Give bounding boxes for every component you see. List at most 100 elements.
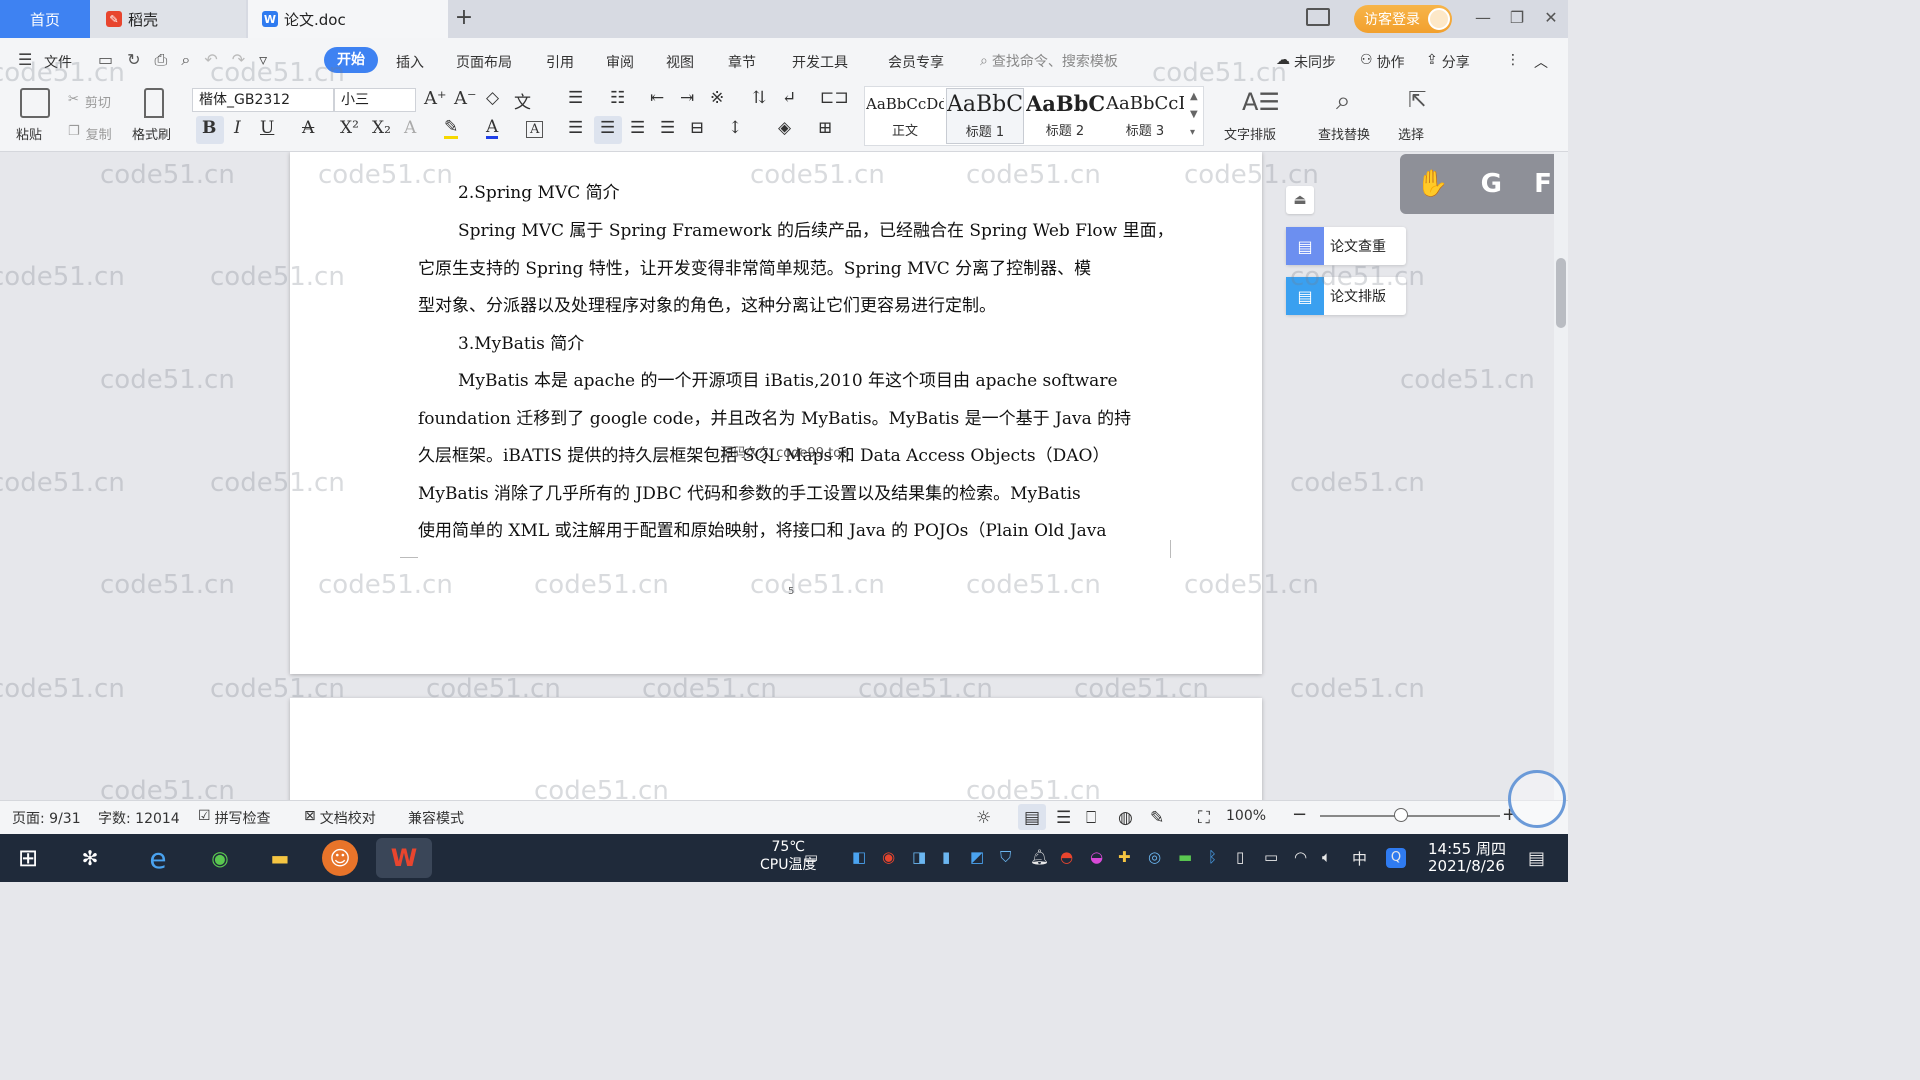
pinyin-icon[interactable]: 文: [514, 88, 531, 113]
share-button[interactable]: ⇪ 分享: [1426, 52, 1470, 72]
justify-icon[interactable]: ☰: [660, 118, 675, 138]
preview-icon[interactable]: ⌕: [181, 50, 204, 69]
layout-icon[interactable]: [1306, 8, 1330, 26]
tray-app-icon[interactable]: ◩: [970, 848, 984, 866]
copy-button[interactable]: ❐ 复制: [68, 124, 112, 143]
highlight-icon[interactable]: ✎: [444, 118, 459, 139]
file-explorer-icon[interactable]: ▬: [260, 838, 300, 878]
numbered-list-icon[interactable]: ☷: [610, 88, 625, 108]
browser-360-icon[interactable]: ◉: [200, 838, 240, 878]
monitor-icon[interactable]: ▭: [804, 848, 818, 866]
clock-date[interactable]: 2021/8/26: [1428, 857, 1505, 875]
guest-login-button[interactable]: 访客登录: [1354, 5, 1452, 33]
char-border-icon[interactable]: A: [526, 121, 544, 138]
output-icon[interactable]: ↻: [127, 50, 154, 69]
increase-indent-icon[interactable]: ⇥: [680, 88, 694, 108]
word-count[interactable]: 字数: 12014: [98, 808, 180, 828]
restore-icon[interactable]: ❐: [1506, 8, 1528, 27]
font-color-icon[interactable]: A: [486, 118, 499, 139]
document-page[interactable]: 2.Spring MVC 简介 Spring MVC 属于 Spring Fra…: [290, 152, 1262, 674]
vertical-scrollbar[interactable]: [1554, 152, 1568, 800]
shield-icon[interactable]: ⛉: [1000, 848, 1011, 866]
bold-icon[interactable]: B: [202, 118, 216, 138]
collapse-ribbon-icon[interactable]: ︿: [1534, 52, 1548, 72]
new-tab-button[interactable]: +: [452, 5, 476, 30]
font-name-select[interactable]: 楷体_GB2312: [192, 88, 334, 112]
menu-reference[interactable]: 引用: [546, 52, 574, 72]
float-f-button[interactable]: F: [1534, 169, 1552, 199]
style-heading-3[interactable]: AaBbCcI 标题 3: [1106, 88, 1184, 144]
align-right-icon[interactable]: ☰: [630, 118, 645, 138]
tray-app-icon[interactable]: ▮: [942, 848, 950, 866]
style-heading-2[interactable]: AaBbC 标题 2: [1026, 88, 1104, 144]
tray-app-icon[interactable]: ◒: [1090, 848, 1103, 866]
tray-app-icon[interactable]: ◎: [1148, 848, 1161, 866]
format-painter-icon[interactable]: [144, 88, 164, 118]
sort-icon[interactable]: ⇅: [752, 88, 766, 108]
menu-member[interactable]: 会员专享: [888, 52, 944, 72]
cut-button[interactable]: ✂ 剪切: [68, 92, 111, 111]
zoom-out-icon[interactable]: −: [1292, 804, 1307, 825]
battery-icon[interactable]: ▭: [1264, 848, 1278, 866]
tray-app-icon[interactable]: ◉: [882, 848, 895, 866]
underline-icon[interactable]: U: [260, 118, 274, 138]
text-layout-icon[interactable]: A☰: [1242, 88, 1280, 116]
save-icon[interactable]: ▭: [98, 50, 127, 69]
wifi-icon[interactable]: ◠: [1294, 848, 1307, 866]
strikethrough-icon[interactable]: A: [302, 118, 314, 138]
clock-time[interactable]: 14:55 周四: [1428, 838, 1506, 859]
align-center-icon[interactable]: ☰: [600, 118, 615, 138]
tab-document[interactable]: W 论文.doc: [248, 0, 448, 38]
more-icon[interactable]: ⋮: [1506, 52, 1520, 68]
reading-view-icon[interactable]: ⎕: [1086, 808, 1096, 828]
menu-file[interactable]: 文件: [44, 52, 72, 72]
quick-access-toolbar[interactable]: ▭↻⎙⌕↶↷▿: [98, 50, 281, 70]
ime-indicator[interactable]: 中: [1352, 848, 1367, 869]
borders-icon[interactable]: ⊞: [818, 118, 832, 138]
grow-font-icon[interactable]: A⁺: [424, 88, 447, 109]
style-normal[interactable]: AaBbCcDd 正文: [866, 88, 944, 144]
page-indicator[interactable]: 页面: 9/31: [12, 808, 81, 828]
find-icon[interactable]: ⌕: [1336, 86, 1351, 117]
panel-collapse-icon[interactable]: ⏏: [1286, 186, 1314, 214]
undo-icon[interactable]: ↶: [204, 50, 231, 69]
collab-button[interactable]: ⚇ 协作: [1360, 52, 1405, 72]
line-spacing-icon[interactable]: ↕: [728, 118, 742, 138]
proofread-button[interactable]: ⊠ 文档校对: [304, 808, 376, 828]
align-left-icon[interactable]: ☰: [568, 118, 583, 138]
paste-icon[interactable]: [20, 88, 50, 118]
fit-page-icon[interactable]: ⛶: [1198, 808, 1210, 828]
eye-protection-icon[interactable]: ☼: [976, 808, 991, 828]
clear-format-icon[interactable]: ◇: [486, 88, 499, 108]
superscript-icon[interactable]: X²: [340, 118, 359, 138]
zoom-slider-knob[interactable]: [1394, 808, 1408, 822]
spell-check-button[interactable]: ☑ 拼写检查: [198, 808, 271, 828]
bell-icon[interactable]: 🔔︎: [1030, 848, 1049, 866]
shrink-font-icon[interactable]: A⁻: [454, 88, 477, 109]
format-painter-button[interactable]: 格式刷: [132, 124, 171, 143]
menu-chapter[interactable]: 章节: [728, 52, 756, 72]
phone-icon[interactable]: ▯: [1236, 848, 1244, 866]
notification-icon[interactable]: ▤: [1528, 848, 1545, 869]
tab-daoke[interactable]: ✎ 稻壳: [90, 0, 246, 38]
tray-app-icon[interactable]: ◧: [852, 848, 866, 866]
tray-app-icon[interactable]: ◨: [912, 848, 926, 866]
subscript-icon[interactable]: X₂: [372, 118, 391, 138]
chinese-layout-icon[interactable]: ※: [710, 88, 724, 108]
italic-icon[interactable]: I: [234, 118, 241, 138]
shading-icon[interactable]: ◈: [778, 118, 791, 138]
windows-start-icon[interactable]: ⊞: [8, 838, 48, 878]
hamburger-icon[interactable]: ☰: [18, 50, 32, 69]
decrease-indent-icon[interactable]: ⇤: [650, 88, 664, 108]
paper-layout-button[interactable]: ▤ 论文排版: [1286, 277, 1406, 315]
show-marks-icon[interactable]: ↵: [782, 88, 796, 108]
tab-home[interactable]: 首页: [0, 0, 90, 38]
outline-view-icon[interactable]: ☰: [1056, 808, 1071, 828]
tray-app-icon[interactable]: ✚: [1118, 848, 1131, 866]
menu-review[interactable]: 审阅: [606, 52, 634, 72]
app-mascot-icon[interactable]: ☺: [322, 840, 358, 876]
scrollbar-thumb[interactable]: [1556, 258, 1566, 328]
text-effect-icon[interactable]: A: [404, 118, 416, 138]
menu-start[interactable]: 开始: [324, 47, 378, 73]
styles-scroll-icon[interactable]: ▲ ▼ ▾: [1190, 88, 1198, 142]
